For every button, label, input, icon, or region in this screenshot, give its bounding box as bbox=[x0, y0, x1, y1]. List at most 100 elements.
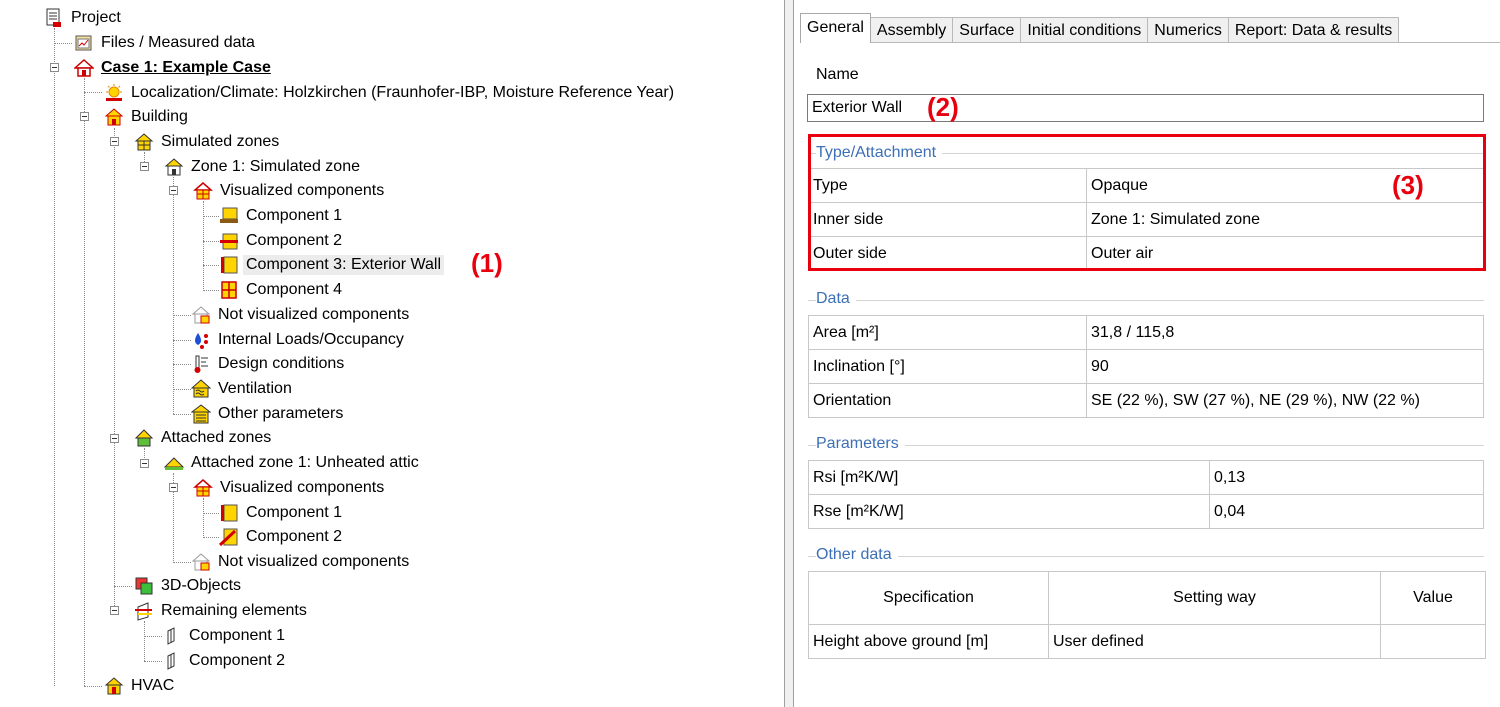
tree-connector bbox=[173, 315, 191, 316]
tab-report[interactable]: Report: Data & results bbox=[1227, 17, 1400, 43]
highlight-box bbox=[808, 134, 1486, 271]
tree-node-other-parameters[interactable]: Other parameters bbox=[191, 402, 346, 426]
tree-node-3d-objects[interactable]: 3D-Objects bbox=[134, 574, 244, 598]
zones-icon bbox=[134, 133, 154, 151]
column-header[interactable]: Specification bbox=[808, 571, 1049, 625]
panel-icon bbox=[167, 652, 175, 670]
name-input[interactable] bbox=[807, 94, 1484, 122]
table-row[interactable]: Area [m²] 31,8 / 115,8 bbox=[808, 315, 1484, 350]
tree-label: Internal Loads/Occupancy bbox=[218, 331, 404, 348]
tree-node-component[interactable]: Component 1 bbox=[219, 204, 345, 228]
tree-node-building[interactable]: Building bbox=[104, 105, 191, 129]
tree-node-simulated-zones[interactable]: Simulated zones bbox=[134, 130, 282, 154]
data-grid: Area [m²] 31,8 / 115,8 Inclination [°] 9… bbox=[808, 315, 1484, 418]
collapse-toggle[interactable] bbox=[140, 162, 149, 171]
tab-baseline bbox=[800, 42, 1500, 43]
tree-node-project[interactable]: Project bbox=[44, 6, 124, 30]
property-value: 90 bbox=[1086, 349, 1484, 384]
tree-node-design-conditions[interactable]: Design conditions bbox=[191, 352, 347, 376]
tree-node-attached-not-visualized[interactable]: Not visualized components bbox=[191, 550, 412, 574]
tree-node-component-selected[interactable]: Component 3: Exterior Wall bbox=[219, 253, 445, 277]
tree-node-component[interactable]: Component 4 bbox=[219, 278, 345, 302]
house-components-icon bbox=[193, 479, 213, 497]
property-value: 31,8 / 115,8 bbox=[1086, 315, 1484, 350]
tree-label: Zone 1: Simulated zone bbox=[191, 158, 360, 175]
column-header[interactable]: Setting way bbox=[1048, 571, 1381, 625]
collapse-toggle[interactable] bbox=[80, 112, 89, 121]
sun-climate-icon bbox=[106, 84, 122, 101]
tree-node-not-visualized[interactable]: Not visualized components bbox=[191, 303, 412, 327]
tree-label: Remaining elements bbox=[161, 602, 307, 619]
component-floor-icon bbox=[220, 207, 238, 223]
tab-assembly[interactable]: Assembly bbox=[869, 17, 954, 43]
tab-surface[interactable]: Surface bbox=[952, 17, 1022, 43]
tree-node-component[interactable]: Component 2 bbox=[219, 525, 345, 549]
tree-label: Visualized components bbox=[220, 182, 385, 199]
collapse-toggle[interactable] bbox=[169, 483, 178, 492]
tab-numerics[interactable]: Numerics bbox=[1147, 17, 1229, 43]
tree-connector bbox=[203, 513, 219, 514]
collapse-toggle[interactable] bbox=[110, 606, 119, 615]
tree-node-zone1[interactable]: Zone 1: Simulated zone bbox=[164, 155, 363, 179]
tree-connector bbox=[173, 340, 191, 341]
table-row[interactable]: Orientation SE (22 %), SW (27 %), NE (29… bbox=[808, 383, 1484, 418]
attic-icon bbox=[164, 457, 184, 470]
tree-label: Project bbox=[71, 9, 121, 26]
tree-node-attached-visualized-components[interactable]: Visualized components bbox=[193, 476, 387, 500]
tree-node-attached-zones[interactable]: Attached zones bbox=[134, 426, 274, 450]
component-ceiling-icon bbox=[220, 233, 238, 250]
tree-node-internal-loads[interactable]: Internal Loads/Occupancy bbox=[191, 328, 407, 352]
tree-label: Attached zone 1: Unheated attic bbox=[191, 454, 419, 471]
collapse-toggle[interactable] bbox=[169, 186, 178, 195]
cube-3d-icon bbox=[135, 577, 153, 595]
tree-node-remaining-elements[interactable]: Remaining elements bbox=[134, 599, 310, 623]
tree-node-component[interactable]: Component 1 bbox=[162, 624, 288, 648]
tree-connector bbox=[84, 92, 102, 93]
property-value[interactable]: 0,13 bbox=[1209, 460, 1484, 495]
tree-node-case[interactable]: Case 1: Example Case bbox=[74, 56, 274, 80]
tree-node-component[interactable]: Component 2 bbox=[162, 649, 288, 673]
property-name: Orientation bbox=[808, 383, 1087, 418]
tree-node-attached-zone1[interactable]: Attached zone 1: Unheated attic bbox=[164, 451, 422, 475]
pane-splitter[interactable] bbox=[784, 0, 794, 707]
tree-connector bbox=[84, 686, 102, 687]
tree-node-files[interactable]: Files / Measured data bbox=[74, 31, 258, 55]
value-cell[interactable] bbox=[1380, 624, 1486, 659]
table-row[interactable]: Rsi [m²K/W] 0,13 bbox=[808, 460, 1484, 495]
tree-connector bbox=[173, 389, 191, 390]
setting-way-cell[interactable]: User defined bbox=[1048, 624, 1381, 659]
tab-initial-conditions[interactable]: Initial conditions bbox=[1020, 17, 1149, 43]
tree-node-hvac[interactable]: HVAC bbox=[104, 674, 177, 698]
table-row[interactable]: Rse [m²K/W] 0,04 bbox=[808, 494, 1484, 529]
tree-node-component[interactable]: Component 2 bbox=[219, 229, 345, 253]
house-hidden-icon bbox=[191, 553, 211, 571]
tab-general[interactable]: General bbox=[800, 13, 871, 43]
parameters-grid: Rsi [m²K/W] 0,13 Rse [m²K/W] 0,04 bbox=[808, 460, 1484, 529]
tree-label: Attached zones bbox=[161, 429, 272, 446]
data-group-title: Data bbox=[816, 290, 856, 308]
hvac-icon bbox=[104, 677, 124, 695]
table-row[interactable]: Height above ground [m] User defined bbox=[808, 624, 1486, 659]
tree-connector bbox=[173, 414, 191, 415]
tree-node-visualized-components[interactable]: Visualized components bbox=[193, 179, 387, 203]
collapse-toggle[interactable] bbox=[110, 434, 119, 443]
project-tree-panel: Project Files / Measured data Case 1: Ex… bbox=[0, 0, 784, 707]
tree-node-ventilation[interactable]: Ventilation bbox=[191, 377, 295, 401]
component-window-icon bbox=[221, 281, 237, 299]
tree-connector bbox=[203, 290, 219, 291]
column-header[interactable]: Value bbox=[1380, 571, 1486, 625]
tree-node-climate[interactable]: Localization/Climate: Holzkirchen (Fraun… bbox=[104, 81, 677, 105]
tree-label: Component 2 bbox=[246, 528, 343, 545]
tree-connector bbox=[203, 201, 204, 291]
collapse-toggle[interactable] bbox=[50, 63, 59, 72]
tree-node-component[interactable]: Component 1 bbox=[219, 501, 345, 525]
tree-connector bbox=[54, 43, 72, 44]
annotation-marker: (2) bbox=[927, 92, 959, 122]
table-row[interactable]: Inclination [°] 90 bbox=[808, 349, 1484, 384]
annotation-marker: (3) bbox=[1392, 170, 1424, 200]
collapse-toggle[interactable] bbox=[140, 459, 149, 468]
component-wall-icon bbox=[221, 504, 238, 522]
property-name: Rse [m²K/W] bbox=[808, 494, 1210, 529]
collapse-toggle[interactable] bbox=[110, 137, 119, 146]
property-value[interactable]: 0,04 bbox=[1209, 494, 1484, 529]
